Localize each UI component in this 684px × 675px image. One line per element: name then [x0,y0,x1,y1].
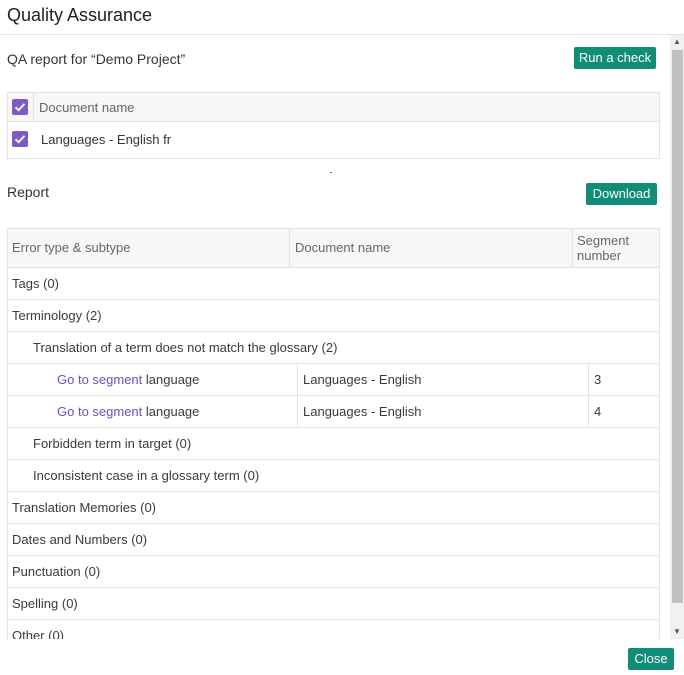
category-row-terminology[interactable]: Terminology (2) [8,300,659,332]
close-button[interactable]: Close [628,648,674,670]
report-table-header: Error type & subtype Document name Segme… [8,228,659,268]
document-column-label: Document name [295,240,391,255]
category-row-tags[interactable]: Tags (0) [8,268,659,300]
scrollbar-thumb[interactable] [672,50,683,603]
segment-header-line1: Segment [577,233,630,248]
row-label: Translation Memories (0) [12,500,157,515]
vertical-scrollbar[interactable]: ▲ ▼ [670,35,684,639]
row-label: Inconsistent case in a glossary term (0) [33,468,260,483]
segment-cell: 3 [588,364,659,395]
row-label: Translation of a term does not match the… [33,340,338,355]
document-checkbox[interactable] [12,131,28,147]
dialog-title: Quality Assurance [7,5,153,25]
separator-dot [330,172,332,173]
row-label: Tags (0) [12,276,59,291]
row-label: Spelling (0) [12,596,78,611]
segment-header-line2: number [577,248,622,263]
download-button[interactable]: Download [586,183,657,205]
document-name-column-header: Document name [289,229,572,267]
arrow-down-icon[interactable]: ▼ [670,625,684,639]
category-row-dates-numbers[interactable]: Dates and Numbers (0) [8,524,659,556]
checkmark-icon [14,135,26,144]
document-cell: Languages - English [297,364,589,395]
document-selection-table: Document name Languages - English fr [7,92,660,159]
subcategory-row-forbidden-term[interactable]: Forbidden term in target (0) [8,428,659,460]
segment-value: 3 [594,372,602,387]
report-title: Report [7,184,50,200]
document-row[interactable]: Languages - English fr [8,122,659,158]
run-check-button[interactable]: Run a check [574,47,656,69]
document-table-header: Document name [8,93,659,122]
category-row-spelling[interactable]: Spelling (0) [8,588,659,620]
category-row-punctuation[interactable]: Punctuation (0) [8,556,659,588]
report-table: Error type & subtype Document name Segme… [7,228,660,639]
row-label: Dates and Numbers (0) [12,532,148,547]
category-row-other[interactable]: Other (0) [8,620,659,639]
error-type-header: Error type & subtype [12,240,131,255]
error-detail-suffix: language [142,372,200,387]
select-all-checkbox[interactable] [12,99,28,115]
document-cell: Languages - English [297,396,589,427]
subcategory-row-glossary-mismatch[interactable]: Translation of a term does not match the… [8,332,659,364]
dialog-header: Quality Assurance [0,0,684,35]
segment-value: 4 [594,404,602,419]
error-detail-row: Go to segment language Languages - Engli… [8,364,659,396]
document-name: Languages - English fr [41,132,172,147]
row-label: Punctuation (0) [12,564,101,579]
subcategory-row-inconsistent-case[interactable]: Inconsistent case in a glossary term (0) [8,460,659,492]
row-label: Forbidden term in target (0) [33,436,192,451]
segment-number-header: Segment number [572,229,659,267]
error-detail-row: Go to segment language Languages - Engli… [8,396,659,428]
row-label: Other (0) [12,628,65,639]
document-name-header: Document name [39,100,135,115]
column-divider [33,93,34,121]
segment-cell: 4 [588,396,659,427]
error-detail-text: Go to segment language [57,372,199,387]
document-value: Languages - English [303,404,422,419]
document-value: Languages - English [303,372,422,387]
error-detail-suffix: language [142,404,200,419]
qa-report-title: QA report for “Demo Project” [7,51,186,67]
go-to-segment-link[interactable]: Go to segment [57,372,142,387]
arrow-up-icon[interactable]: ▲ [670,35,684,49]
error-detail-text: Go to segment language [57,404,199,419]
dialog-footer: Close [0,639,684,675]
category-row-translation-memories[interactable]: Translation Memories (0) [8,492,659,524]
go-to-segment-link[interactable]: Go to segment [57,404,142,419]
checkmark-icon [14,103,26,112]
row-label: Terminology (2) [12,308,102,323]
dialog-body: QA report for “Demo Project” Run a check… [0,35,670,639]
